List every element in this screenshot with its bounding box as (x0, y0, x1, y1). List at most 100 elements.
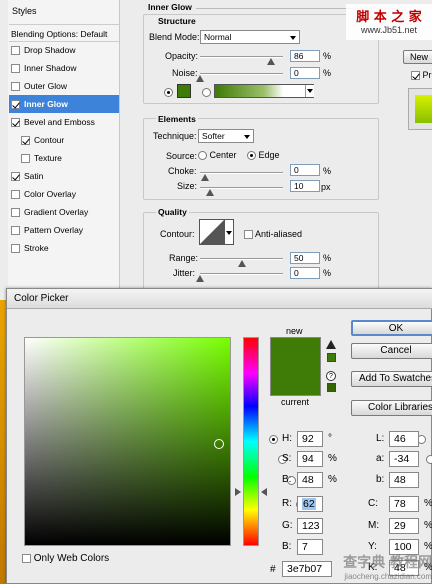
contour-dropdown-icon[interactable] (225, 219, 234, 245)
size-slider-thumb[interactable] (206, 189, 214, 196)
source-edge-radio[interactable]: Edge (247, 150, 280, 161)
chevron-down-icon (244, 135, 250, 139)
blend-mode-select[interactable]: Normal (200, 30, 300, 44)
field-unit-h: ° (328, 433, 332, 444)
chevron-down-icon (290, 36, 296, 40)
sidebar-checkbox[interactable] (11, 208, 20, 218)
gamut-swatch[interactable] (327, 353, 336, 362)
current-color-swatch[interactable] (270, 367, 321, 396)
field-m[interactable]: 29 (389, 518, 419, 534)
sidebar-item-gradient-overlay[interactable]: Gradient Overlay (9, 203, 119, 221)
sidebar-item-label: Bevel and Emboss (24, 117, 95, 127)
contour-picker[interactable] (199, 219, 225, 245)
hue-slider[interactable] (243, 337, 259, 546)
color-picker-titlebar (7, 289, 432, 309)
sidebar-item-pattern-overlay[interactable]: Pattern Overlay (9, 221, 119, 239)
sidebar-item-inner-glow[interactable]: Inner Glow (9, 95, 119, 113)
sidebar-item-stroke[interactable]: Stroke (9, 239, 119, 257)
sidebar-checkbox[interactable] (11, 226, 20, 236)
preview-checkbox[interactable]: Pr (411, 70, 432, 81)
source-label: Source: (166, 151, 198, 161)
sidebar-item-label: Blending Options: Default (11, 29, 108, 39)
choke-field[interactable]: 0 (290, 164, 320, 176)
noise-slider-thumb[interactable] (196, 75, 204, 82)
sidebar-checkbox[interactable] (11, 172, 20, 182)
jitter-slider-thumb[interactable] (196, 275, 204, 282)
anti-aliased-checkbox[interactable]: Anti-aliased (244, 229, 302, 240)
field-c[interactable]: 78 (389, 496, 419, 512)
choke-slider[interactable] (200, 172, 283, 174)
preview-label: Pr (422, 70, 432, 80)
warning-icon[interactable] (326, 340, 336, 349)
noise-field[interactable]: 0 (290, 67, 320, 79)
field-s[interactable]: 94 (297, 451, 323, 467)
sidebar-item-blending-options-default[interactable]: Blending Options: Default (9, 24, 119, 42)
sidebar-checkbox[interactable] (11, 190, 20, 200)
new-style-button[interactable]: New (403, 50, 432, 64)
cancel-button[interactable]: Cancel (351, 343, 432, 359)
technique-select[interactable]: Softer (198, 129, 254, 143)
sidebar-checkbox[interactable] (11, 82, 20, 92)
field-g[interactable]: 123 (297, 518, 323, 534)
hue-slider-right-arrow[interactable] (261, 488, 267, 496)
contour-curve-icon (200, 220, 224, 244)
only-web-colors-checkbox[interactable]: Only Web Colors (22, 553, 109, 564)
hue-slider-left-arrow[interactable] (235, 488, 241, 496)
sidebar-checkbox[interactable] (11, 46, 20, 56)
range-field[interactable]: 50 (290, 252, 320, 264)
field-l[interactable]: 46 (389, 431, 419, 447)
size-field[interactable]: 10 (290, 180, 320, 192)
web-safe-swatch[interactable] (327, 383, 336, 392)
sidebar-checkbox[interactable] (11, 100, 20, 110)
add-to-swatches-button[interactable]: Add To Swatches (351, 371, 432, 387)
sidebar-item-label: Satin (24, 171, 44, 181)
sidebar-checkbox[interactable] (21, 154, 30, 164)
sidebar-item-contour[interactable]: Contour (9, 131, 119, 149)
gradient-radio[interactable] (202, 87, 211, 98)
sidebar-item-bevel-and-emboss[interactable]: Bevel and Emboss (9, 113, 119, 131)
choke-slider-thumb[interactable] (201, 174, 209, 181)
source-center-radio[interactable]: Center (198, 150, 237, 161)
blend-mode-label: Blend Mode: (149, 32, 200, 42)
field-label-m: M: (368, 520, 380, 531)
color-radio[interactable] (164, 87, 173, 98)
sidebar-checkbox[interactable] (11, 64, 20, 74)
noise-slider[interactable] (200, 73, 283, 75)
color-field-cursor[interactable] (214, 439, 224, 449)
field-label-c: C: (368, 498, 378, 509)
color-field[interactable] (24, 337, 231, 546)
right-column (400, 0, 432, 300)
sidebar-item-texture[interactable]: Texture (9, 149, 119, 167)
field-a[interactable]: -34 (389, 451, 419, 467)
field-label-y: Y: (368, 541, 377, 552)
sidebar-item-satin[interactable]: Satin (9, 167, 119, 185)
glow-color-swatch[interactable] (177, 84, 191, 98)
sidebar-item-label: Texture (34, 153, 62, 163)
new-color-swatch (270, 337, 321, 367)
field-b[interactable]: 48 (389, 472, 419, 488)
radio-a[interactable] (426, 455, 432, 465)
field-h[interactable]: 92 (297, 431, 323, 447)
sidebar-checkbox[interactable] (11, 118, 20, 128)
web-cube-icon[interactable]: ? (326, 371, 336, 381)
jitter-field[interactable]: 0 (290, 267, 320, 279)
sidebar-item-label: Color Overlay (24, 189, 76, 199)
sidebar-item-color-overlay[interactable]: Color Overlay (9, 185, 119, 203)
current-label: current (281, 397, 310, 407)
range-slider-thumb[interactable] (237, 260, 246, 267)
sidebar-item-inner-shadow[interactable]: Inner Shadow (9, 59, 119, 77)
field-r[interactable]: 62 (297, 496, 323, 512)
opacity-slider-thumb[interactable] (267, 58, 276, 65)
jitter-slider[interactable] (200, 273, 283, 275)
ok-button[interactable]: OK (351, 320, 432, 336)
field-b[interactable]: 48 (297, 472, 323, 488)
opacity-field[interactable]: 86 (290, 50, 320, 62)
sidebar-checkbox[interactable] (11, 244, 20, 254)
gradient-dropdown-icon[interactable] (305, 85, 314, 97)
sidebar-item-drop-shadow[interactable]: Drop Shadow (9, 41, 119, 59)
sidebar-item-outer-glow[interactable]: Outer Glow (9, 77, 119, 95)
gradient-picker[interactable] (214, 84, 314, 98)
color-libraries-button[interactable]: Color Libraries (351, 400, 432, 416)
watermark-top: 脚 本 之 家 www.Jb51.net (346, 4, 432, 40)
sidebar-checkbox[interactable] (21, 136, 30, 146)
